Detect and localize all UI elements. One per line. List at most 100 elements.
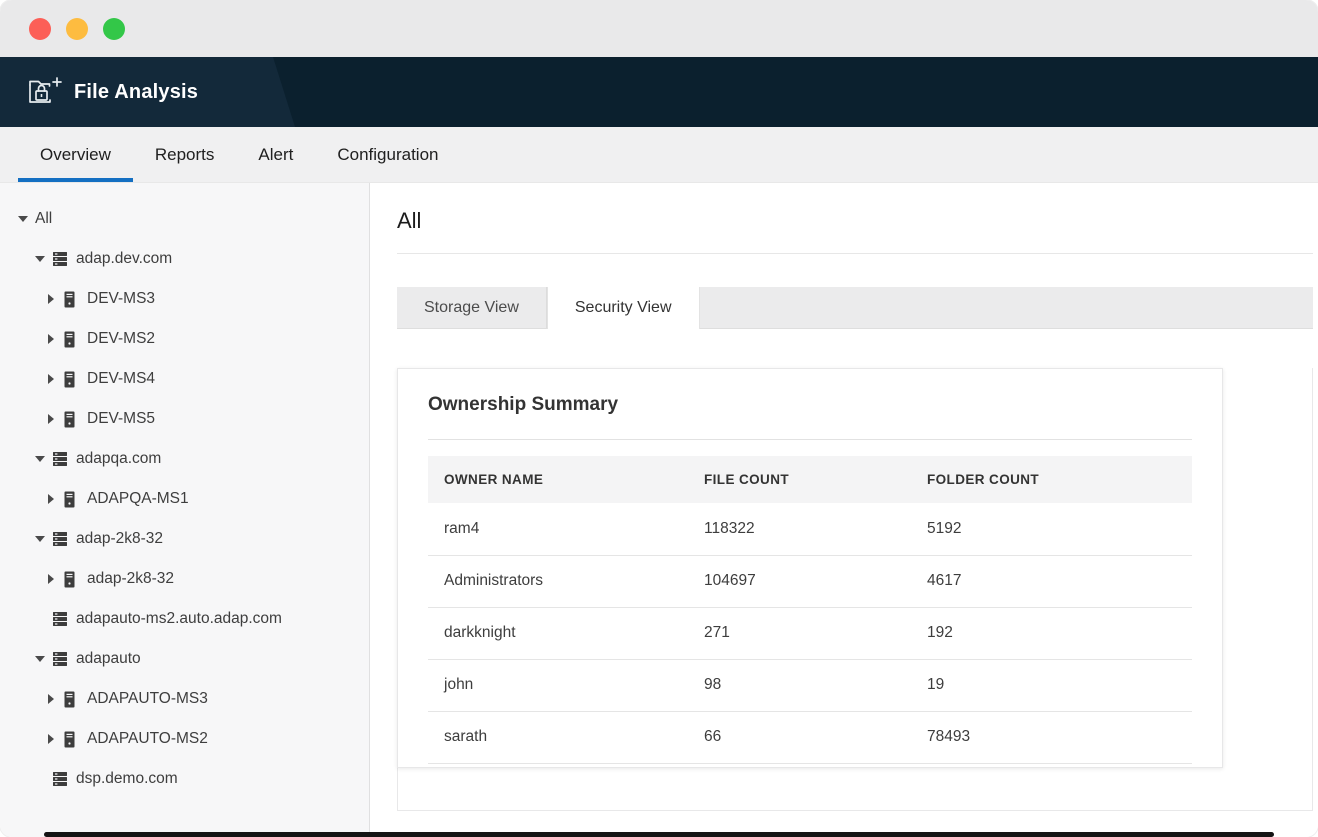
caret-right-icon[interactable] [44, 494, 57, 504]
server-icon [63, 291, 79, 308]
tree-item-adap-2k8-32[interactable]: adap-2k8-32 [0, 519, 369, 559]
sidebar-tree: All adap.dev.com DEV-MS3 DEV-MS2 DEV-MS4 DEV-… [0, 199, 369, 799]
caret-right-icon[interactable] [44, 414, 57, 424]
tree-item-dsp-demo-com[interactable]: dsp.demo.com [0, 759, 369, 799]
nav-tab-reports[interactable]: Reports [133, 127, 237, 182]
nav-tab-alert[interactable]: Alert [236, 127, 315, 182]
domain-icon [52, 251, 68, 267]
nav-tab-overview[interactable]: Overview [18, 127, 133, 182]
domain-icon [52, 531, 68, 547]
close-button[interactable] [29, 18, 51, 40]
maximize-button[interactable] [103, 18, 125, 40]
nav-tab-configuration[interactable]: Configuration [315, 127, 460, 182]
tree-item-label: DEV-MS4 [87, 370, 155, 388]
sidebar: All adap.dev.com DEV-MS3 DEV-MS2 DEV-MS4 DEV-… [0, 183, 370, 837]
tree-item-adap-2k8-32[interactable]: adap-2k8-32 [0, 559, 369, 599]
tab-storage-view[interactable]: Storage View [397, 287, 547, 328]
table-row: ram41183225192 [428, 503, 1192, 555]
cell-file-count: 118322 [688, 503, 911, 555]
caret-down-icon[interactable] [33, 456, 46, 462]
table-row: sarath6678493 [428, 711, 1192, 763]
tree-item-label: adapauto [76, 650, 141, 668]
tree-item-label: ADAPAUTO-MS3 [87, 690, 208, 708]
cell-owner: ram4 [428, 503, 688, 555]
domain-icon [52, 451, 68, 467]
app-window: File Analysis Overview Reports Alert Config… [0, 0, 1318, 837]
tree-item-dev-ms2[interactable]: DEV-MS2 [0, 319, 369, 359]
tree-item-label: adap.dev.com [76, 250, 172, 268]
tree-item-label: DEV-MS2 [87, 330, 155, 348]
cell-folder-count: 5192 [911, 503, 1192, 555]
cell-file-count: 98 [688, 659, 911, 711]
cell-owner: Administrators [428, 555, 688, 607]
tree-item-label: adapqa.com [76, 450, 161, 468]
caret-down-icon[interactable] [33, 656, 46, 662]
caret-right-icon[interactable] [44, 574, 57, 584]
divider [428, 439, 1192, 440]
table-header-row: OWNER NAMEFILE COUNTFOLDER COUNT [428, 456, 1192, 503]
cell-file-count: 104697 [688, 555, 911, 607]
tree-item-label: adap-2k8-32 [76, 530, 163, 548]
server-icon [63, 411, 79, 428]
main-content: All Storage ViewSecurity View Ownership … [370, 183, 1318, 837]
tree-item-adapauto-ms2[interactable]: ADAPAUTO-MS2 [0, 719, 369, 759]
window-bottom-edge [44, 832, 1274, 837]
caret-right-icon[interactable] [44, 294, 57, 304]
table-row: john9819 [428, 659, 1192, 711]
tree-item-adap-dev-com[interactable]: adap.dev.com [0, 239, 369, 279]
domain-icon [52, 771, 68, 787]
card-title: Ownership Summary [398, 369, 1222, 439]
cell-folder-count: 19 [911, 659, 1192, 711]
tree-item-adapauto-ms2-auto-adap-com[interactable]: adapauto-ms2.auto.adap.com [0, 599, 369, 639]
page-title: All [397, 208, 1313, 234]
nav-tab-label: Alert [258, 145, 293, 165]
column-header-folder-count: FOLDER COUNT [911, 456, 1192, 503]
cell-owner: darkknight [428, 607, 688, 659]
tab-security-view[interactable]: Security View [547, 287, 700, 329]
app-header: File Analysis [0, 57, 1318, 127]
tree-item-all[interactable]: All [0, 199, 369, 239]
cell-file-count: 271 [688, 607, 911, 659]
caret-right-icon[interactable] [44, 334, 57, 344]
caret-right-icon[interactable] [44, 694, 57, 704]
owners-table: OWNER NAMEFILE COUNTFOLDER COUNT ram4118… [428, 456, 1192, 764]
tree-item-label: ADAPAUTO-MS2 [87, 730, 208, 748]
minimize-button[interactable] [66, 18, 88, 40]
caret-right-icon[interactable] [44, 374, 57, 384]
column-header-owner-name: OWNER NAME [428, 456, 688, 503]
view-tabs: Storage ViewSecurity View [397, 287, 1313, 329]
titlebar [0, 0, 1318, 57]
caret-down-icon[interactable] [33, 256, 46, 262]
tree-item-dev-ms5[interactable]: DEV-MS5 [0, 399, 369, 439]
domain-icon [52, 611, 68, 627]
tree-item-adapqa-com[interactable]: adapqa.com [0, 439, 369, 479]
nav-tab-label: Reports [155, 145, 215, 165]
server-icon [63, 371, 79, 388]
content-area: All adap.dev.com DEV-MS3 DEV-MS2 DEV-MS4 DEV-… [0, 183, 1318, 837]
cell-folder-count: 78493 [911, 711, 1192, 763]
cell-owner: sarath [428, 711, 688, 763]
tree-item-adapqa-ms1[interactable]: ADAPQA-MS1 [0, 479, 369, 519]
server-icon [63, 331, 79, 348]
folder-lock-plus-icon [28, 76, 62, 108]
nav-tab-label: Configuration [337, 145, 438, 165]
tree-item-label: adap-2k8-32 [87, 570, 174, 588]
nav-tabs: Overview Reports Alert Configuration [0, 127, 1318, 183]
server-icon [63, 571, 79, 588]
column-header-file-count: FILE COUNT [688, 456, 911, 503]
cell-file-count: 66 [688, 711, 911, 763]
nav-tab-label: Overview [40, 145, 111, 165]
tree-item-adapauto-ms3[interactable]: ADAPAUTO-MS3 [0, 679, 369, 719]
tree-item-label: ADAPQA-MS1 [87, 490, 189, 508]
server-icon [63, 491, 79, 508]
caret-down-icon[interactable] [16, 216, 29, 222]
caret-right-icon[interactable] [44, 734, 57, 744]
cell-folder-count: 192 [911, 607, 1192, 659]
tree-item-dev-ms3[interactable]: DEV-MS3 [0, 279, 369, 319]
tree-item-label: All [35, 210, 52, 228]
tree-item-adapauto[interactable]: adapauto [0, 639, 369, 679]
tree-item-dev-ms4[interactable]: DEV-MS4 [0, 359, 369, 399]
caret-down-icon[interactable] [33, 536, 46, 542]
server-icon [63, 731, 79, 748]
app-title: File Analysis [74, 81, 198, 104]
